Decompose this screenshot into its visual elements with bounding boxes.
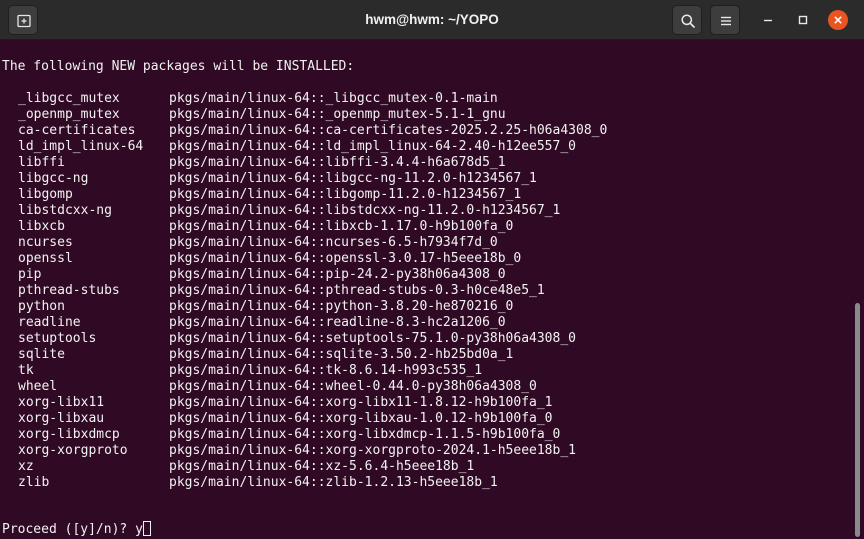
package-name: pthread-stubs bbox=[18, 283, 120, 298]
package-name: wheel bbox=[18, 379, 58, 394]
package-spec: pkgs/main/linux-64::libffi-3.4.4-h6a678d… bbox=[169, 155, 506, 170]
package-spec: pkgs/main/linux-64::_openmp_mutex-5.1-1_… bbox=[169, 107, 506, 122]
install-header: The following NEW packages will be INSTA… bbox=[2, 59, 355, 74]
minimize-icon bbox=[764, 19, 772, 22]
package-name: xorg-xorgproto bbox=[18, 443, 128, 458]
package-spec: pkgs/main/linux-64::xorg-libx11-1.8.12-h… bbox=[169, 395, 553, 410]
package-name: ncurses bbox=[18, 235, 73, 250]
package-name: python bbox=[18, 299, 65, 314]
package-name: readline bbox=[18, 315, 81, 330]
package-name: pip bbox=[18, 267, 42, 282]
package-name: libgomp bbox=[18, 187, 73, 202]
package-spec: pkgs/main/linux-64::pthread-stubs-0.3-h0… bbox=[169, 283, 545, 298]
package-name: xorg-libxau bbox=[18, 411, 105, 426]
package-spec: pkgs/main/linux-64::ncurses-6.5-h7934f7d… bbox=[169, 235, 498, 250]
package-spec: pkgs/main/linux-64::pip-24.2-py38h06a430… bbox=[169, 267, 506, 282]
menu-button[interactable] bbox=[710, 5, 740, 35]
package-spec: pkgs/main/linux-64::libgomp-11.2.0-h1234… bbox=[169, 187, 522, 202]
package-spec: pkgs/main/linux-64::xz-5.6.4-h5eee18b_1 bbox=[169, 459, 475, 474]
package-spec: pkgs/main/linux-64::python-3.8.20-he8702… bbox=[169, 299, 514, 314]
text-cursor bbox=[142, 521, 151, 536]
package-name: ld_impl_linux-64 bbox=[18, 139, 144, 154]
package-name: xorg-libxdmcp bbox=[18, 427, 120, 442]
package-spec: pkgs/main/linux-64::setuptools-75.1.0-py… bbox=[169, 331, 576, 346]
package-spec: pkgs/main/linux-64::xorg-xorgproto-2024.… bbox=[169, 443, 576, 458]
package-name: libgcc-ng bbox=[18, 171, 89, 186]
package-spec: pkgs/main/linux-64::openssl-3.0.17-h5eee… bbox=[169, 251, 522, 266]
scrollbar[interactable] bbox=[850, 41, 864, 539]
package-name: libxcb bbox=[18, 219, 65, 234]
proceed-prompt[interactable]: Proceed ([y]/n)? y bbox=[2, 521, 151, 537]
package-spec: pkgs/main/linux-64::libxcb-1.17.0-h9b100… bbox=[169, 219, 514, 234]
package-spec: pkgs/main/linux-64::ld_impl_linux-64-2.4… bbox=[169, 139, 576, 154]
search-button[interactable] bbox=[672, 5, 702, 35]
package-spec: pkgs/main/linux-64::readline-8.3-hc2a120… bbox=[169, 315, 506, 330]
prompt-text: Proceed ([y]/n)? bbox=[2, 522, 136, 537]
title-bar: hwm@hwm: ~/YOPO bbox=[0, 0, 864, 40]
package-spec: pkgs/main/linux-64::sqlite-3.50.2-hb25bd… bbox=[169, 347, 514, 362]
maximize-icon bbox=[798, 15, 808, 25]
hamburger-menu-icon bbox=[721, 16, 731, 26]
package-name: setuptools bbox=[18, 331, 97, 346]
prompt-input[interactable]: y bbox=[135, 522, 143, 537]
package-name: tk bbox=[18, 363, 34, 378]
close-button[interactable] bbox=[828, 10, 848, 30]
package-spec: pkgs/main/linux-64::_libgcc_mutex-0.1-ma… bbox=[169, 91, 498, 106]
package-name: zlib bbox=[18, 475, 50, 490]
search-icon bbox=[681, 14, 695, 28]
terminal-output[interactable]: The following NEW packages will be INSTA… bbox=[0, 41, 850, 539]
new-tab-button[interactable] bbox=[8, 5, 38, 35]
package-spec: pkgs/main/linux-64::xorg-libxau-1.0.12-h… bbox=[169, 411, 553, 426]
new-tab-icon bbox=[17, 14, 31, 28]
maximize-button[interactable] bbox=[793, 10, 813, 30]
package-name: _openmp_mutex bbox=[18, 107, 120, 122]
package-spec: pkgs/main/linux-64::ca-certificates-2025… bbox=[169, 123, 608, 138]
package-name: libffi bbox=[18, 155, 65, 170]
close-icon bbox=[834, 16, 842, 24]
package-spec: pkgs/main/linux-64::zlib-1.2.13-h5eee18b… bbox=[169, 475, 498, 490]
package-name: ca-certificates bbox=[18, 123, 136, 138]
package-spec: pkgs/main/linux-64::libgcc-ng-11.2.0-h12… bbox=[169, 171, 537, 186]
package-name: _libgcc_mutex bbox=[18, 91, 120, 106]
minimize-button[interactable] bbox=[758, 10, 778, 30]
package-spec: pkgs/main/linux-64::xorg-libxdmcp-1.1.5-… bbox=[169, 427, 561, 442]
package-name: openssl bbox=[18, 251, 73, 266]
package-name: xz bbox=[18, 459, 34, 474]
package-name: libstdcxx-ng bbox=[18, 203, 112, 218]
package-spec: pkgs/main/linux-64::tk-8.6.14-h993c535_1 bbox=[169, 363, 483, 378]
package-spec: pkgs/main/linux-64::libstdcxx-ng-11.2.0-… bbox=[169, 203, 561, 218]
package-name: sqlite bbox=[18, 347, 65, 362]
package-spec: pkgs/main/linux-64::wheel-0.44.0-py38h06… bbox=[169, 379, 537, 394]
scrollbar-thumb[interactable] bbox=[855, 303, 860, 537]
package-name: xorg-libx11 bbox=[18, 395, 105, 410]
terminal-window: hwm@hwm: ~/YOPO The following NEW packag… bbox=[0, 0, 864, 539]
